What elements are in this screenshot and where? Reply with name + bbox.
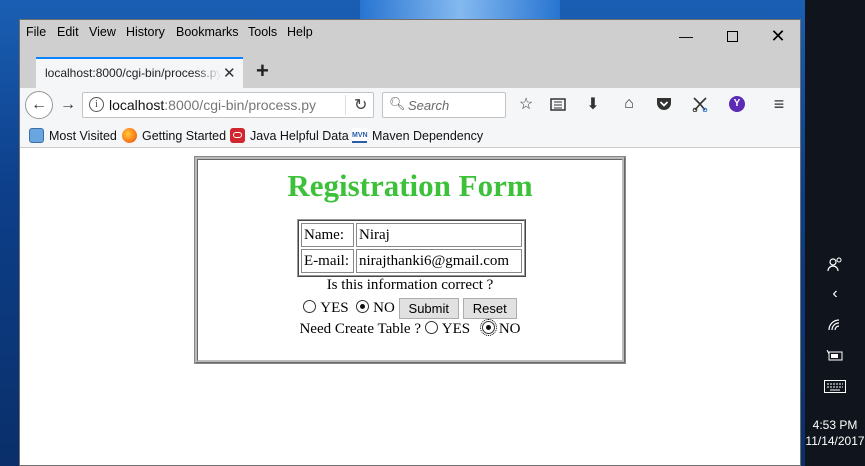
profile-avatar-icon[interactable]: Y bbox=[726, 93, 748, 115]
bookmark-star-icon[interactable]: ☆ bbox=[515, 93, 537, 115]
correct-no-label: NO bbox=[373, 299, 395, 316]
name-field[interactable]: Niraj bbox=[356, 223, 522, 247]
download-icon[interactable]: ⬇ bbox=[582, 93, 604, 115]
close-window-button[interactable]: ✕ bbox=[755, 20, 800, 52]
menu-history[interactable]: History bbox=[126, 25, 165, 39]
bookmark-java-helpful-data[interactable]: Java Helpful Data bbox=[230, 128, 349, 143]
info-icon[interactable]: i bbox=[89, 97, 104, 112]
menu-file[interactable]: File bbox=[26, 25, 46, 39]
tab-active[interactable]: localhost:8000/cgi-bin/process.py ✕ bbox=[36, 57, 243, 88]
url-path: :8000/cgi-bin/process.py bbox=[164, 97, 317, 113]
menu-edit[interactable]: Edit bbox=[57, 25, 79, 39]
registration-form-box: Registration Form Name: Niraj E-mail: ni… bbox=[194, 156, 626, 364]
create-table-yes-label: YES bbox=[441, 321, 471, 337]
create-table-question: Need Create Table ? bbox=[299, 321, 421, 337]
home-icon[interactable]: ⌂ bbox=[618, 93, 640, 115]
confirm-row: YES NO Submit Reset bbox=[198, 298, 622, 319]
form-table: Name: Niraj E-mail: nirajthanki6@gmail.c… bbox=[297, 219, 526, 277]
pocket-icon[interactable] bbox=[653, 93, 675, 115]
menu-hamburger-icon[interactable]: ≡ bbox=[768, 93, 790, 115]
reset-button[interactable]: Reset bbox=[462, 298, 517, 319]
forward-button[interactable]: → bbox=[58, 94, 78, 116]
maven-icon: MVN bbox=[352, 128, 368, 143]
maximize-button[interactable] bbox=[709, 20, 755, 52]
table-row: E-mail: nirajthanki6@gmail.com bbox=[301, 249, 522, 273]
bookmark-getting-started[interactable]: Getting Started bbox=[122, 128, 226, 143]
back-arrow-icon: ← bbox=[31, 96, 47, 113]
navigation-bar: ← → i localhost:8000/cgi-bin/process.py … bbox=[20, 88, 800, 122]
keyboard-icon[interactable] bbox=[805, 380, 865, 396]
browser-window: File Edit View History Bookmarks Tools H… bbox=[19, 19, 801, 466]
close-icon: ✕ bbox=[770, 25, 786, 46]
clock-time: 4:53 PM bbox=[812, 418, 858, 432]
search-placeholder: Search bbox=[408, 98, 450, 113]
taskbar-clock[interactable]: 4:53 PM 11/14/2017 bbox=[805, 417, 865, 449]
bookmark-label: Most Visited bbox=[49, 128, 117, 143]
menu-view[interactable]: View bbox=[89, 25, 116, 39]
bookmark-label: Getting Started bbox=[142, 128, 227, 143]
menu-help[interactable]: Help bbox=[287, 25, 313, 39]
firefox-icon bbox=[122, 128, 137, 143]
forward-arrow-icon: → bbox=[60, 96, 76, 113]
bookmarks-toolbar: Most Visited Getting Started Java Helpfu… bbox=[20, 122, 800, 148]
windows-taskbar: ‹ 4:53 PM 11/14/2017 bbox=[805, 0, 865, 466]
minimize-icon: — bbox=[679, 28, 693, 44]
bookmark-label: Java Helpful Data bbox=[250, 128, 349, 143]
oracle-icon bbox=[230, 128, 245, 143]
show-hidden-icons-chevron-icon[interactable]: ‹ bbox=[805, 285, 865, 303]
url-host: localhost bbox=[109, 97, 165, 113]
correct-no-radio[interactable] bbox=[356, 299, 370, 313]
browser-chrome: File Edit View History Bookmarks Tools H… bbox=[20, 20, 800, 148]
bookmark-label: Maven Dependency bbox=[372, 128, 484, 143]
new-tab-icon[interactable]: + bbox=[256, 58, 269, 84]
battery-icon[interactable] bbox=[805, 349, 865, 365]
email-field[interactable]: nirajthanki6@gmail.com bbox=[356, 249, 522, 273]
bookmark-maven-dependency[interactable]: MVN Maven Dependency bbox=[352, 128, 483, 143]
confirm-question: Is this information correct ? bbox=[326, 277, 494, 293]
bookmark-most-visited[interactable]: Most Visited bbox=[29, 128, 117, 143]
library-icon[interactable] bbox=[547, 93, 569, 115]
screenshot-icon[interactable] bbox=[689, 93, 711, 115]
menu-tools[interactable]: Tools bbox=[248, 25, 277, 39]
people-icon[interactable] bbox=[805, 257, 865, 276]
submit-button[interactable]: Submit bbox=[398, 298, 459, 319]
name-label: Name: bbox=[301, 223, 354, 247]
email-label: E-mail: bbox=[301, 249, 354, 273]
create-table-no-label: NO bbox=[498, 321, 521, 337]
create-table-row: Need Create Table ? YES NO bbox=[198, 319, 622, 338]
table-row: Name: Niraj bbox=[301, 223, 522, 247]
page-content: Registration Form Name: Niraj E-mail: ni… bbox=[20, 148, 800, 465]
url-text: localhost:8000/cgi-bin/process.py bbox=[109, 97, 316, 113]
back-button[interactable]: ← bbox=[25, 91, 53, 119]
page-title: Registration Form bbox=[287, 168, 533, 203]
wifi-icon[interactable] bbox=[805, 318, 865, 335]
reload-icon[interactable]: ↻ bbox=[345, 95, 367, 115]
most-visited-icon bbox=[29, 128, 44, 143]
url-bar[interactable]: i localhost:8000/cgi-bin/process.py ↻ bbox=[82, 92, 374, 118]
create-table-yes-radio[interactable] bbox=[424, 321, 438, 334]
clock-date: 11/14/2017 bbox=[805, 434, 865, 448]
menu-bookmarks[interactable]: Bookmarks bbox=[176, 25, 239, 39]
tab-strip: localhost:8000/cgi-bin/process.py ✕ + bbox=[20, 54, 800, 88]
search-icon: 🔍︎ bbox=[389, 96, 406, 111]
tab-close-icon[interactable]: ✕ bbox=[223, 64, 236, 82]
correct-yes-label: YES bbox=[320, 299, 349, 316]
create-table-no-radio[interactable] bbox=[479, 319, 497, 336]
maximize-icon bbox=[726, 30, 738, 42]
minimize-button[interactable]: — bbox=[663, 20, 709, 52]
correct-yes-radio[interactable] bbox=[303, 299, 317, 313]
menu-bar: File Edit View History Bookmarks Tools H… bbox=[20, 20, 800, 46]
search-bar[interactable]: 🔍︎ Search bbox=[382, 92, 506, 118]
tab-title: localhost:8000/cgi-bin/process.py bbox=[45, 66, 221, 80]
